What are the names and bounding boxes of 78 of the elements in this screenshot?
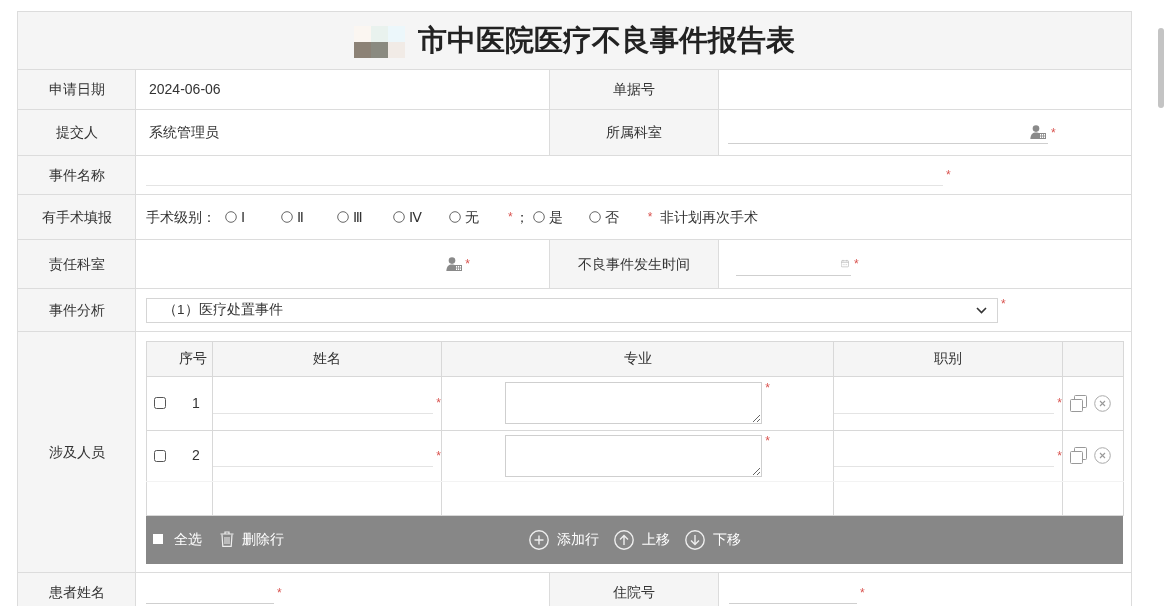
required-mark: * (436, 397, 441, 409)
field-label: 单据号 (613, 81, 655, 97)
field-caption: 非计划再次手术 (660, 207, 759, 227)
arrow-up-circle-icon (613, 529, 634, 550)
required-mark: * (436, 449, 441, 462)
required-mark: * (647, 211, 653, 223)
field-label: 有手术填报 (41, 208, 112, 225)
column-header: 序号 (179, 350, 207, 366)
row-number: 2 (192, 446, 200, 465)
field-label: 所属科室 (606, 124, 662, 140)
radio-icon[interactable] (225, 211, 237, 223)
square-icon (153, 534, 163, 545)
radio-option[interactable]: Ⅲ (337, 206, 393, 228)
required-mark: * (765, 382, 770, 394)
radio-option[interactable]: 否 (588, 206, 645, 228)
field-label: 申请日期 (48, 81, 105, 97)
close-circle-icon[interactable] (1094, 394, 1111, 412)
column-header: 姓名 (313, 350, 341, 366)
dropdown-select[interactable]: （1）医疗处置事件 (146, 297, 998, 323)
required-mark: * (946, 169, 951, 181)
pixelated-block (354, 25, 405, 58)
row-checkbox[interactable] (154, 449, 166, 462)
field-label: 患者姓名 (48, 584, 105, 600)
column-header: 专业 (623, 350, 652, 366)
field-label: 住院号 (613, 584, 655, 600)
radio-option[interactable]: Ⅳ (393, 206, 449, 228)
delete-row-button[interactable]: 删除行 (220, 531, 284, 548)
copy-icon[interactable] (1070, 447, 1087, 464)
arrow-down-circle-icon (684, 529, 705, 550)
radio-icon[interactable] (281, 211, 293, 223)
radio-icon[interactable] (532, 211, 545, 223)
required-mark: * (860, 586, 865, 599)
trash-icon (220, 531, 234, 548)
row-number: 1 (192, 393, 200, 413)
field-label: 事件名称 (48, 166, 105, 183)
field-value: 系统管理员 (148, 123, 219, 142)
radio-option[interactable]: 无 (449, 206, 505, 228)
field-value: 2024-06-06 (148, 80, 221, 99)
person-card-icon[interactable] (446, 257, 463, 271)
required-mark: * (1057, 449, 1062, 462)
required-mark: * (277, 586, 282, 599)
move-up-button[interactable]: 上移 (613, 529, 670, 550)
copy-icon[interactable] (1070, 394, 1087, 412)
person-card-icon[interactable] (1030, 125, 1046, 139)
required-mark: * (765, 434, 770, 447)
select-all-button[interactable]: 全选 (153, 531, 202, 548)
radio-option[interactable]: 是 (532, 206, 589, 228)
radio-icon[interactable] (588, 211, 601, 223)
radio-option[interactable]: Ⅱ (281, 206, 337, 228)
radio-icon[interactable] (393, 211, 405, 223)
close-circle-icon[interactable] (1094, 447, 1111, 464)
required-mark: * (1051, 126, 1056, 139)
field-label: 涉及人员 (48, 443, 105, 460)
radio-option[interactable]: Ⅰ (225, 206, 281, 228)
text-area[interactable] (505, 382, 763, 424)
required-mark: * (465, 258, 470, 270)
required-mark: * (1001, 297, 1006, 310)
add-row-button[interactable]: 添加行 (528, 529, 599, 550)
calendar-icon[interactable] (841, 257, 849, 270)
plus-circle-icon (528, 529, 549, 550)
field-label: 责任科室 (48, 255, 105, 272)
scrollbar-thumb[interactable] (1158, 28, 1164, 108)
column-header: 职别 (934, 350, 962, 366)
field-label: 不良事件发生时间 (578, 255, 690, 272)
required-mark: * (854, 258, 859, 270)
required-mark: * (508, 211, 513, 223)
field-label: 提交人 (55, 124, 98, 140)
form-title: 市中医院医疗不良事件报告表 (418, 23, 795, 58)
move-down-button[interactable]: 下移 (684, 529, 741, 550)
chevron-down-icon (976, 306, 987, 314)
field-caption: 手术级别： (146, 207, 216, 227)
required-mark: * (1057, 397, 1062, 409)
radio-icon[interactable] (337, 211, 349, 223)
text-area[interactable] (505, 434, 763, 477)
field-label: 事件分析 (48, 301, 105, 318)
radio-icon[interactable] (449, 211, 461, 223)
row-checkbox[interactable] (154, 397, 166, 409)
separator-text: ； (514, 207, 529, 227)
